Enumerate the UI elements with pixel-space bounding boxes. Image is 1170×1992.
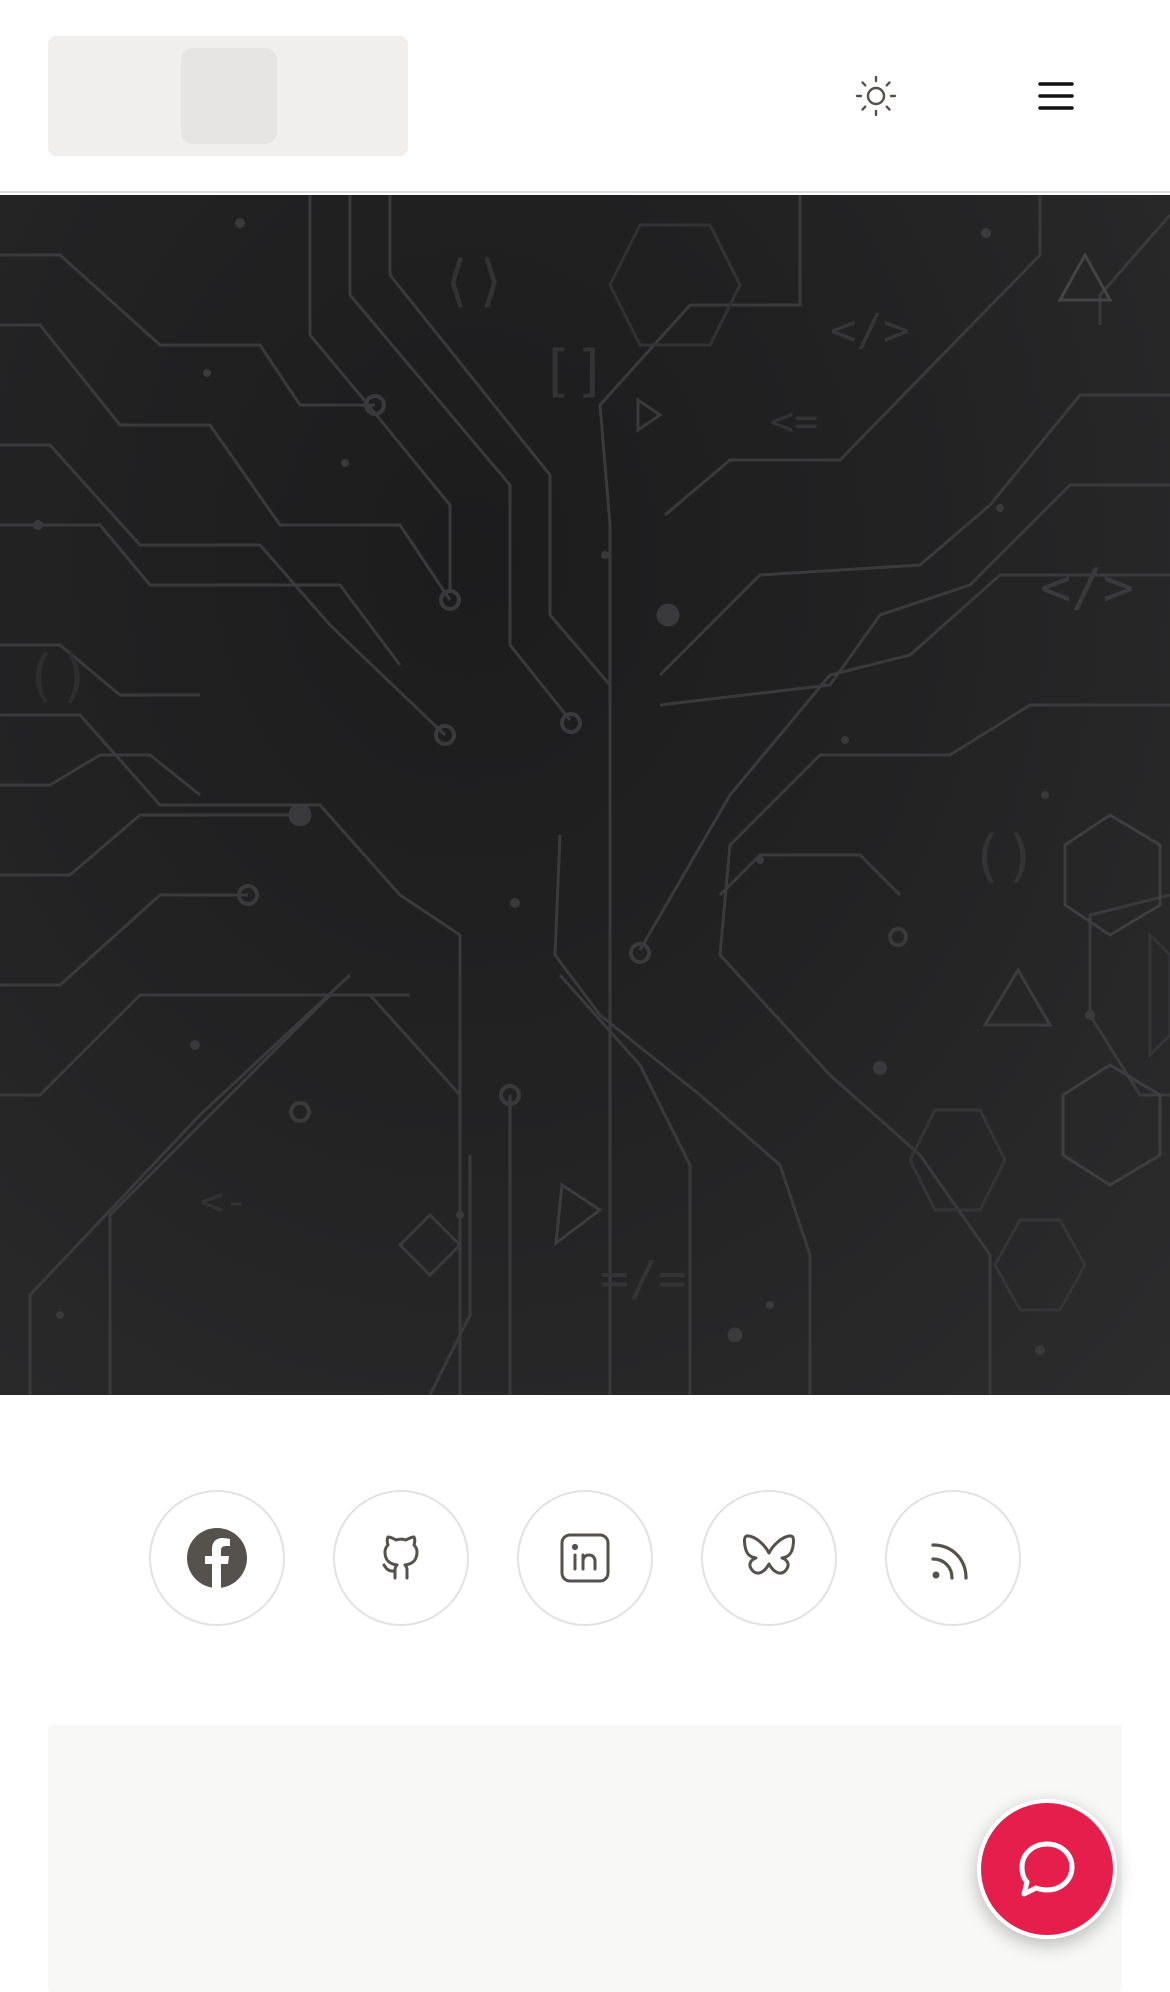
svg-text:⟨⟩: ⟨⟩ [440,249,507,314]
logo-placeholder-icon [181,48,277,144]
svg-text:(): () [24,644,91,709]
hamburger-menu-icon [1038,82,1074,110]
svg-text:</>: </> [1040,558,1134,618]
svg-text:</>: </> [830,305,909,356]
circuit-board-pattern: ⟨⟩ [] </> </> <= =/= <- () () [0,195,1170,1395]
site-logo[interactable] [48,36,408,156]
site-header [0,0,1170,193]
menu-button[interactable] [1030,70,1082,122]
hero-banner: ⟨⟩ [] </> </> <= =/= <- () () [0,195,1170,1395]
github-icon [382,1535,419,1580]
rss-icon [931,1543,968,1580]
svg-text:<-: <- [200,1179,248,1225]
bluesky-icon [743,1534,795,1575]
sun-icon [855,75,897,117]
svg-text:(): () [970,824,1037,889]
linkedin-button[interactable] [517,1490,653,1626]
linkedin-icon [560,1533,610,1583]
svg-text:=/=: =/= [600,1251,687,1307]
content-card [48,1725,1122,1992]
theme-toggle-button[interactable] [845,70,907,122]
chat-button[interactable] [977,1799,1117,1939]
bluesky-button[interactable] [701,1490,837,1626]
social-links [0,1490,1170,1630]
chat-bubble-icon [1019,1841,1075,1897]
facebook-icon [187,1528,247,1588]
svg-text:[]: [] [540,339,607,404]
rss-button[interactable] [885,1490,1021,1626]
svg-text:<=: <= [770,399,818,445]
github-button[interactable] [333,1490,469,1626]
facebook-button[interactable] [149,1490,285,1626]
